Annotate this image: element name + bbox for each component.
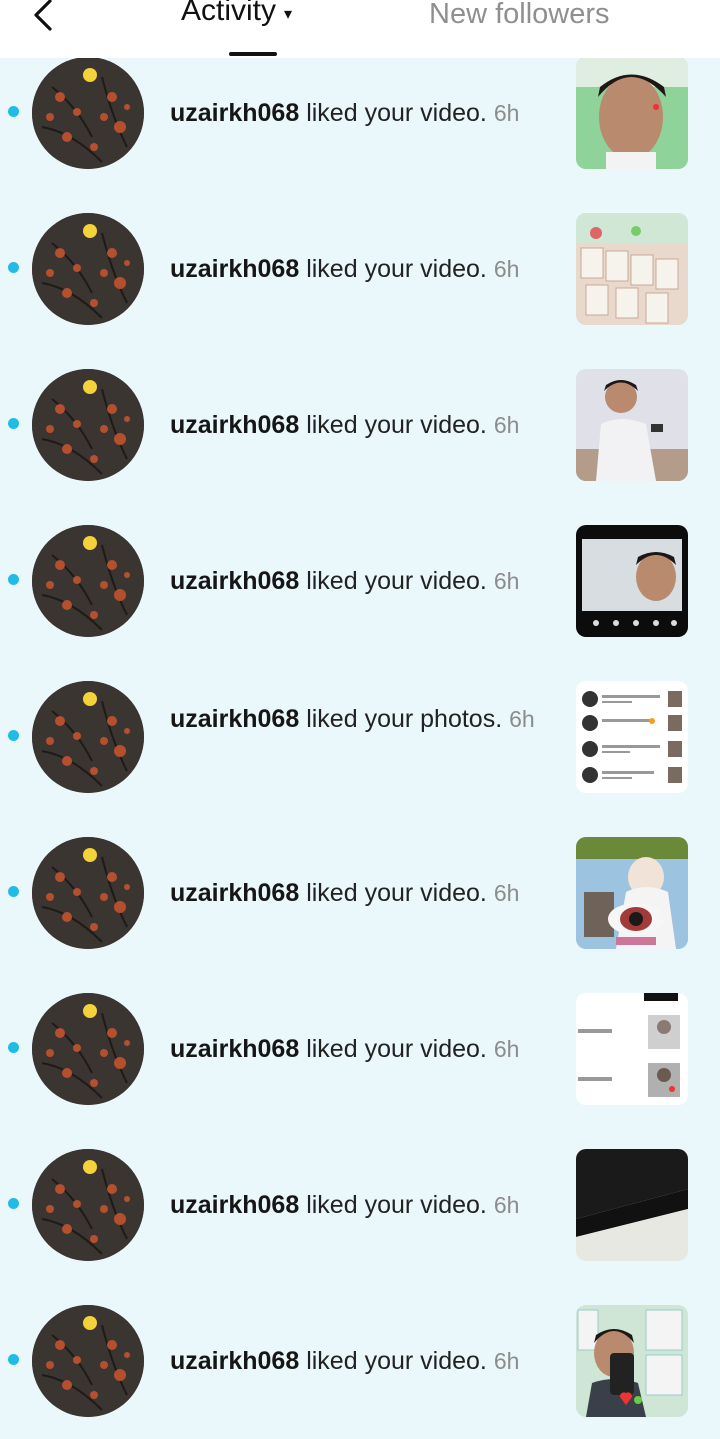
list-item[interactable]: uzairkh068 liked your video. 6h — [0, 971, 720, 1127]
timestamp: 6h — [493, 1036, 520, 1062]
notification-text: uzairkh068 liked your video. 6h — [170, 567, 520, 595]
notification-text: uzairkh068 liked your video. 6h — [170, 879, 520, 907]
list-item[interactable]: uzairkh068 liked your photos. 6h — [0, 659, 720, 815]
video-thumbnail[interactable] — [576, 1149, 688, 1261]
tab-activity-label: Activity — [181, 0, 277, 27]
list-item[interactable]: uzairkh068 liked your video. 6h — [0, 1283, 720, 1439]
unread-dot — [8, 106, 19, 117]
photo-thumbnail[interactable] — [576, 681, 688, 793]
tab-activity[interactable]: Activity ▾ — [181, 0, 292, 46]
username[interactable]: uzairkh068 — [170, 705, 299, 733]
username[interactable]: uzairkh068 — [170, 879, 299, 907]
notification-text: uzairkh068 liked your video. 6h — [170, 1347, 520, 1375]
unread-dot — [8, 418, 19, 429]
list-item[interactable]: uzairkh068 liked your video. 6h — [0, 347, 720, 503]
video-thumbnail[interactable] — [576, 213, 688, 325]
notification-text: uzairkh068 liked your video. 6h — [170, 1035, 520, 1063]
tab-new-followers[interactable]: New followers — [429, 0, 610, 31]
video-thumbnail[interactable] — [576, 993, 688, 1105]
avatar[interactable] — [32, 837, 144, 949]
unread-dot — [8, 574, 19, 585]
avatar[interactable] — [32, 525, 144, 637]
avatar[interactable] — [32, 993, 144, 1105]
timestamp: 6h — [493, 880, 520, 906]
list-item[interactable]: uzairkh068 liked your video. 6h — [0, 503, 720, 659]
unread-dot — [8, 886, 19, 897]
timestamp: 6h — [509, 706, 535, 732]
timestamp: 6h — [493, 1192, 520, 1218]
timestamp: 6h — [493, 412, 520, 438]
top-bar: Activity ▾ New followers — [0, 0, 720, 58]
timestamp: 6h — [493, 1348, 520, 1374]
timestamp: 6h — [493, 568, 520, 594]
video-thumbnail[interactable] — [576, 525, 688, 637]
list-item[interactable]: uzairkh068 liked your video. 6h — [0, 1127, 720, 1283]
notification-text: uzairkh068 liked your video. 6h — [170, 255, 520, 283]
chevron-left-icon — [34, 0, 52, 31]
notification-text: uzairkh068 liked your video. 6h — [170, 99, 520, 127]
timestamp: 6h — [493, 256, 520, 282]
username[interactable]: uzairkh068 — [170, 1035, 299, 1063]
list-item[interactable]: uzairkh068 liked your video. 6h — [0, 815, 720, 971]
username[interactable]: uzairkh068 — [170, 99, 299, 127]
video-thumbnail[interactable] — [576, 1305, 688, 1417]
notification-text: uzairkh068 liked your photos. 6h — [170, 705, 535, 733]
unread-dot — [8, 1354, 19, 1365]
username[interactable]: uzairkh068 — [170, 567, 299, 595]
list-item[interactable]: uzairkh068 liked your video. 6h — [0, 35, 720, 191]
username[interactable]: uzairkh068 — [170, 255, 299, 283]
unread-dot — [8, 262, 19, 273]
caret-down-icon: ▾ — [284, 6, 293, 23]
avatar[interactable] — [32, 369, 144, 481]
video-thumbnail[interactable] — [576, 369, 688, 481]
avatar[interactable] — [32, 57, 144, 169]
avatar[interactable] — [32, 1305, 144, 1417]
unread-dot — [8, 730, 19, 741]
unread-dot — [8, 1042, 19, 1053]
username[interactable]: uzairkh068 — [170, 1191, 299, 1219]
active-tab-indicator — [229, 52, 277, 56]
avatar[interactable] — [32, 681, 144, 793]
avatar[interactable] — [32, 213, 144, 325]
video-thumbnail[interactable] — [576, 57, 688, 169]
avatar[interactable] — [32, 1149, 144, 1261]
unread-dot — [8, 1198, 19, 1209]
list-item[interactable]: uzairkh068 liked your video. 6h — [0, 191, 720, 347]
video-thumbnail[interactable] — [576, 837, 688, 949]
notification-text: uzairkh068 liked your video. 6h — [170, 411, 520, 439]
timestamp: 6h — [493, 100, 520, 126]
back-button[interactable] — [28, 0, 64, 36]
notification-text: uzairkh068 liked your video. 6h — [170, 1191, 520, 1219]
username[interactable]: uzairkh068 — [170, 411, 299, 439]
username[interactable]: uzairkh068 — [170, 1347, 299, 1375]
